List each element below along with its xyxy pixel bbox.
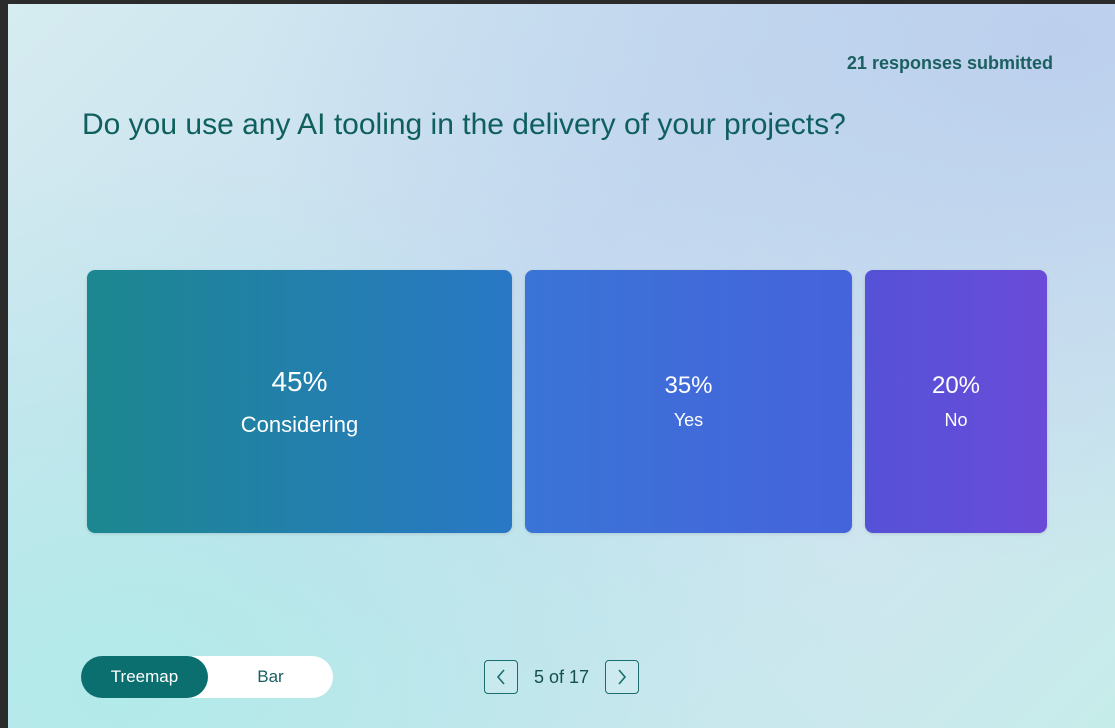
treemap-view-button[interactable]: Treemap xyxy=(81,656,208,698)
results-panel: 21 responses submitted Do you use any AI… xyxy=(8,4,1115,728)
question-pager: 5 of 17 xyxy=(484,659,640,695)
tile-label: Considering xyxy=(240,411,359,437)
chevron-left-icon xyxy=(496,669,505,685)
treemap-tile-considering[interactable]: 45% Considering xyxy=(87,270,512,533)
tile-label: No xyxy=(944,410,968,430)
previous-question-button[interactable] xyxy=(484,660,518,694)
tile-percentage: 20% xyxy=(931,372,981,399)
app-frame: 21 responses submitted Do you use any AI… xyxy=(0,0,1115,728)
question-title: Do you use any AI tooling in the deliver… xyxy=(82,108,846,141)
tile-percentage: 35% xyxy=(664,372,713,399)
tile-label: Yes xyxy=(673,410,704,430)
treemap-tile-yes[interactable]: 35% Yes xyxy=(525,270,852,533)
tile-percentage: 45% xyxy=(271,365,328,397)
responses-count: 21 responses submitted xyxy=(846,53,1053,73)
bar-view-button[interactable]: Bar xyxy=(208,656,333,698)
treemap-tile-no[interactable]: 20% No xyxy=(865,270,1047,533)
page-indicator: 5 of 17 xyxy=(534,666,590,687)
treemap-chart: 45% Considering 35% Yes 20% No xyxy=(87,270,1047,533)
chevron-right-icon xyxy=(618,669,627,685)
view-toggle: Treemap Bar xyxy=(81,656,333,698)
next-question-button[interactable] xyxy=(605,660,640,694)
